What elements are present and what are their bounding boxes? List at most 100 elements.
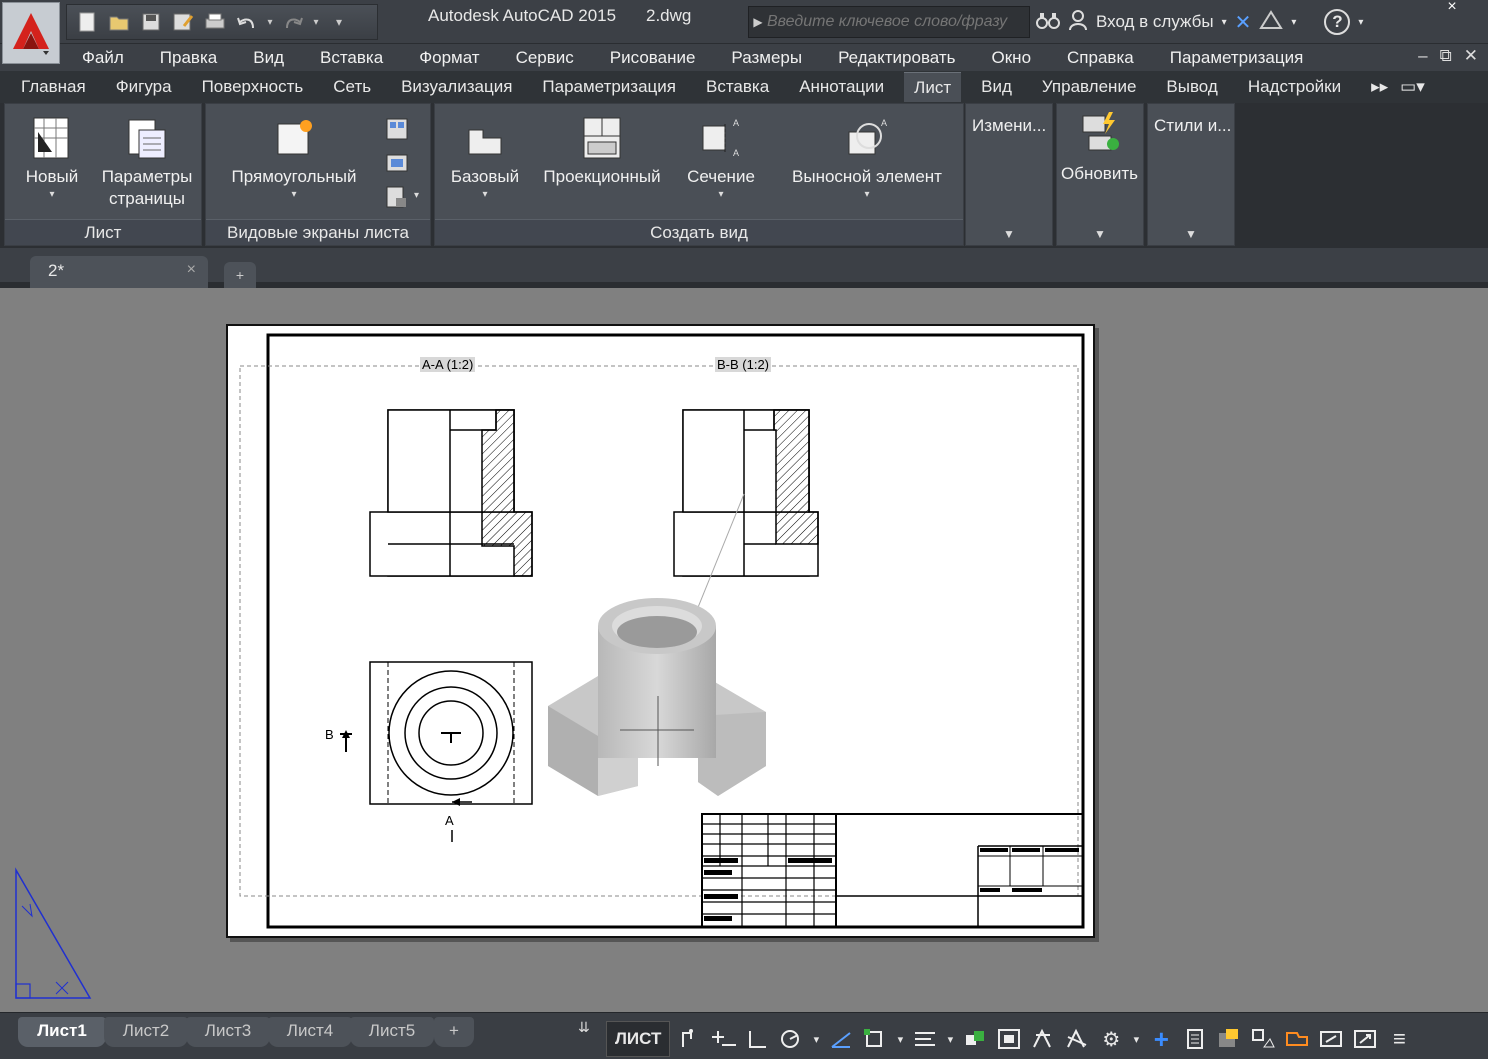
layout-tab-5[interactable]: Лист5 [350, 1017, 434, 1047]
menu-file[interactable]: Файл [82, 48, 124, 68]
menu-dimensions[interactable]: Размеры [731, 48, 802, 68]
ribbon-minimize-icon[interactable]: ▭▾ [1400, 72, 1425, 102]
tab-addins[interactable]: Надстройки [1248, 72, 1341, 102]
projected-view-button[interactable]: Проекционный [535, 116, 669, 188]
undo-icon[interactable] [233, 8, 261, 36]
menu-format[interactable]: Формат [419, 48, 479, 68]
annotation-scale-icon[interactable] [1028, 1021, 1058, 1057]
save-icon[interactable] [137, 8, 165, 36]
help-button[interactable]: ? [1324, 9, 1351, 35]
close-tab-icon[interactable]: × [187, 261, 196, 279]
tab-view[interactable]: Вид [981, 72, 1012, 102]
tab-parametric[interactable]: Параметризация [542, 72, 676, 102]
rectangular-viewport-button[interactable]: Прямоугольный ▾ [220, 116, 368, 200]
undo-dropdown-icon[interactable]: ▾ [265, 8, 275, 36]
quick-view-icon[interactable] [994, 1021, 1024, 1057]
a360-dropdown-icon[interactable]: ▾ [1291, 17, 1296, 28]
open-file-icon[interactable] [105, 8, 133, 36]
lineweight-dropdown-icon[interactable]: ▾ [944, 1021, 956, 1057]
base-view-button[interactable]: Базовый ▾ [445, 116, 525, 200]
tab-solid[interactable]: Фигура [116, 72, 172, 102]
search-input[interactable] [767, 13, 1022, 31]
search-expand-icon[interactable]: ▶ [749, 15, 767, 29]
tab-manage[interactable]: Управление [1042, 72, 1137, 102]
expand-status-icon[interactable]: ⇊ [578, 1019, 590, 1036]
clean-screen-icon[interactable] [1350, 1021, 1380, 1057]
layout-tab-3[interactable]: Лист3 [186, 1017, 270, 1047]
lock-viewport-icon[interactable] [384, 184, 410, 210]
menu-parametric[interactable]: Параметризация [1170, 48, 1304, 68]
layout-tab-1[interactable]: Лист1 [18, 1017, 106, 1047]
new-layout-button[interactable]: Новый ▾ [15, 116, 89, 200]
detail-view-button[interactable]: A Выносной элемент ▾ [781, 116, 953, 200]
menu-insert[interactable]: Вставка [320, 48, 383, 68]
menu-view[interactable]: Вид [253, 48, 284, 68]
hardware-acceleration-icon[interactable] [1316, 1021, 1346, 1057]
annotation-visibility-icon[interactable] [1062, 1021, 1092, 1057]
help-dropdown-icon[interactable]: ▾ [1358, 17, 1363, 28]
save-as-icon[interactable] [169, 8, 197, 36]
menu-help[interactable]: Справка [1067, 48, 1134, 68]
layout-tab-2[interactable]: Лист2 [104, 1017, 188, 1047]
application-menu-button[interactable] [2, 2, 60, 64]
object-snap-icon[interactable] [860, 1021, 890, 1057]
annotation-monitor-icon[interactable]: + [1146, 1021, 1176, 1057]
doc-close-button[interactable]: ✕ [1464, 46, 1478, 66]
menu-draw[interactable]: Рисование [610, 48, 696, 68]
menu-window[interactable]: Окно [992, 48, 1032, 68]
exchange-apps-icon[interactable]: ✕ [1235, 10, 1252, 35]
user-icon[interactable] [1068, 9, 1088, 36]
a360-icon[interactable] [1259, 9, 1284, 35]
isodraft-icon[interactable] [826, 1021, 856, 1057]
panel-modify-view-collapsed[interactable]: Измени... ▼ [965, 103, 1053, 246]
section-view-button[interactable]: AA Сечение ▾ [679, 116, 763, 200]
tab-output[interactable]: Вывод [1166, 72, 1217, 102]
document-tab-active[interactable]: 2* × [30, 256, 208, 288]
lock-viewport-dropdown-icon[interactable]: ▾ [414, 190, 419, 201]
object-snap-dropdown-icon[interactable]: ▾ [894, 1021, 906, 1057]
doc-restore-button[interactable]: ⧉ [1440, 46, 1452, 66]
redo-icon[interactable] [279, 8, 307, 36]
drawing-canvas[interactable]: A-A (1:2) B-B (1:2) A B [0, 294, 1488, 1012]
named-viewports-icon[interactable] [384, 116, 410, 142]
workspace-dropdown-icon[interactable]: ▾ [1130, 1021, 1142, 1057]
clip-viewport-icon[interactable] [384, 150, 410, 176]
infer-constraints-icon[interactable] [708, 1021, 738, 1057]
customize-qat-icon[interactable]: ▾ [325, 8, 353, 36]
tab-annotate[interactable]: Аннотации [799, 72, 884, 102]
tab-layout[interactable]: Лист [904, 72, 962, 102]
menu-edit[interactable]: Правка [160, 48, 217, 68]
workspace-gear-icon[interactable]: ⚙ [1096, 1021, 1126, 1057]
add-layout-button[interactable]: + [434, 1017, 474, 1047]
ortho-mode-icon[interactable] [742, 1021, 772, 1057]
units-icon[interactable] [1180, 1021, 1210, 1057]
polar-dropdown-icon[interactable]: ▾ [810, 1021, 822, 1057]
redo-dropdown-icon[interactable]: ▾ [311, 8, 321, 36]
menu-tools[interactable]: Сервис [516, 48, 574, 68]
doc-minimize-button[interactable]: – [1418, 46, 1427, 66]
snap-grid-icon[interactable] [674, 1021, 704, 1057]
tab-surface[interactable]: Поверхность [202, 72, 304, 102]
lock-ui-icon[interactable] [1248, 1021, 1278, 1057]
layout-tab-4[interactable]: Лист4 [268, 1017, 352, 1047]
panel-styles-collapsed[interactable]: Стили и... ▼ [1147, 103, 1235, 246]
lineweight-icon[interactable] [910, 1021, 940, 1057]
model-paper-space-toggle[interactable]: ЛИСТ [606, 1021, 671, 1057]
polar-tracking-icon[interactable] [776, 1021, 806, 1057]
tab-mesh[interactable]: Сеть [333, 72, 371, 102]
quick-properties-icon[interactable] [1214, 1021, 1244, 1057]
search-box[interactable]: ▶ [748, 6, 1030, 38]
panel-update-collapsed[interactable]: Обновить ▼ [1056, 103, 1144, 246]
tab-home[interactable]: Главная [21, 72, 86, 102]
tab-insert[interactable]: Вставка [706, 72, 769, 102]
signin-button[interactable]: Вход в службы [1096, 12, 1214, 32]
isolate-objects-icon[interactable] [1282, 1021, 1312, 1057]
customization-menu-icon[interactable]: ≡ [1384, 1021, 1414, 1057]
new-file-icon[interactable] [73, 8, 101, 36]
more-tabs-icon[interactable]: ▸▸ [1371, 72, 1388, 102]
selection-cycling-icon[interactable] [960, 1021, 990, 1057]
binoculars-icon[interactable] [1036, 10, 1060, 35]
window-close-button[interactable]: × [1422, 0, 1482, 16]
signin-dropdown-icon[interactable]: ▾ [1222, 17, 1227, 28]
tab-visualize[interactable]: Визуализация [401, 72, 512, 102]
